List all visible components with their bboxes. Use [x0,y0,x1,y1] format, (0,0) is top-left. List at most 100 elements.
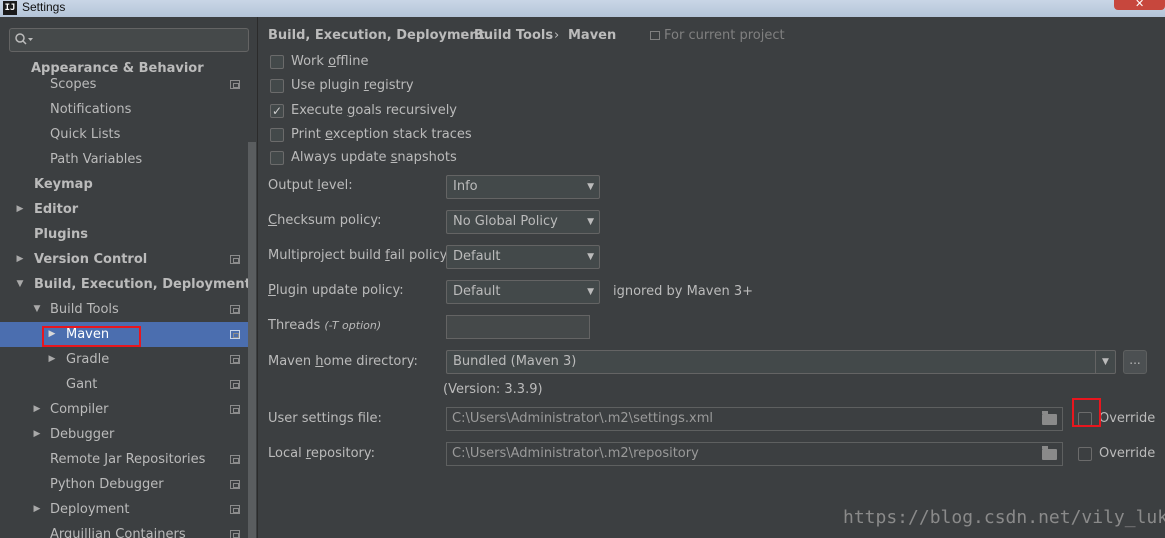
project-scope-icon [230,505,240,514]
field-value: C:\Users\Administrator\.m2\repository [452,446,699,461]
multiproject-fail-policy-select[interactable]: Default ▼ [446,245,600,269]
highlight-box-override [1072,398,1101,427]
expand-arrow-icon[interactable]: ▶ [14,247,26,272]
checkbox-box[interactable] [270,128,284,142]
select-value: Bundled (Maven 3) [453,354,577,369]
search-input[interactable] [9,28,249,52]
select-value: No Global Policy [453,214,558,229]
scope-indicator: For current project [650,28,785,43]
project-scope-icon [230,255,240,264]
tree-item-version-control[interactable]: ▶ Version Control [0,247,257,272]
expand-arrow-icon[interactable]: ▶ [31,397,43,422]
search-icon [15,33,33,45]
tree-item-label: Arquillian Containers [50,527,186,538]
checkbox-box[interactable] [270,79,284,93]
checkbox-label: Work offline [291,54,369,69]
breadcrumb-item[interactable]: Build Tools [474,28,553,43]
folder-icon[interactable] [1042,411,1057,425]
expand-arrow-icon[interactable]: ▶ [14,197,26,222]
settings-sidebar: Appearance & Behavior Scopes Notificatio… [0,17,257,538]
folder-icon[interactable] [1042,446,1057,460]
select-value: Info [453,179,478,194]
project-scope-icon [230,80,240,89]
project-scope-icon [230,305,240,314]
tree-item-build-tools[interactable]: ▼ Build Tools [0,297,257,322]
output-level-label: Output level: [268,178,353,193]
checkbox-box[interactable] [270,151,284,165]
collapse-arrow-icon[interactable]: ▼ [31,297,43,322]
tree-item-python-debugger[interactable]: Python Debugger [0,472,257,497]
project-scope-icon [230,355,240,364]
tree-item-gradle[interactable]: ▶ Gradle [0,347,257,372]
tree-item-arquillian-containers[interactable]: Arquillian Containers [0,522,257,538]
checksum-policy-label: Checksum policy: [268,213,382,228]
project-scope-icon [650,31,660,40]
tree-item-build-execution-deployment[interactable]: ▼ Build, Execution, Deployment [0,272,257,297]
tree-item-label: Gant [66,377,98,392]
expand-arrow-icon[interactable]: ▶ [31,422,43,447]
tree-item-label: Path Variables [50,152,143,167]
tree-item-quick-lists[interactable]: Quick Lists [0,122,257,147]
tree-item-deployment[interactable]: ▶ Deployment [0,497,257,522]
expand-arrow-icon[interactable]: ▶ [31,497,43,522]
checkbox-box[interactable] [1078,447,1092,461]
collapse-arrow-icon[interactable]: ▼ [14,272,26,297]
maven-version-label: (Version: 3.3.9) [443,382,543,397]
field-value: C:\Users\Administrator\.m2\settings.xml [452,411,714,426]
project-scope-icon [230,455,240,464]
tree-item-scopes[interactable]: Scopes [0,73,257,98]
breadcrumb-item[interactable]: Build, Execution, Deployment [268,28,485,43]
local-repository-field[interactable]: C:\Users\Administrator\.m2\repository [446,442,1063,466]
user-settings-file-field[interactable]: C:\Users\Administrator\.m2\settings.xml [446,407,1063,431]
checkbox-box[interactable] [270,101,284,121]
breadcrumb-separator: › [460,28,466,43]
expand-arrow-icon[interactable]: ▶ [46,347,58,372]
select-value: Default [453,284,501,299]
close-button[interactable]: ✕ [1114,0,1165,10]
tree-item-label: Build, Execution, Deployment [34,277,251,292]
tree-item-label: Plugins [34,227,88,242]
tree-item-debugger[interactable]: ▶ Debugger [0,422,257,447]
highlight-box-maven [42,326,141,347]
tree-item-label: Debugger [50,427,115,442]
output-level-select[interactable]: Info ▼ [446,175,600,199]
checkbox-label: Execute goals recursively [291,103,457,118]
user-settings-file-label: User settings file: [268,411,382,426]
chevron-down-icon: ▼ [587,182,594,192]
tree-item-plugins[interactable]: Plugins [0,222,257,247]
checksum-policy-select[interactable]: No Global Policy ▼ [446,210,600,234]
multiproject-fail-policy-label: Multiproject build fail policy: [268,248,451,263]
tree-item-keymap[interactable]: Keymap [0,172,257,197]
chevron-down-icon: ▼ [587,287,594,297]
checkbox-box[interactable] [270,55,284,69]
tree-item-label: Keymap [34,177,93,192]
tree-item-editor[interactable]: ▶ Editor [0,197,257,222]
sidebar-scrollbar[interactable] [248,142,256,538]
project-scope-icon [230,405,240,414]
threads-input[interactable] [446,315,590,339]
local-repository-label: Local repository: [268,446,376,461]
tree-item-compiler[interactable]: ▶ Compiler [0,397,257,422]
tree-item-label: Python Debugger [50,477,164,492]
tree-item-label: Scopes [50,77,97,92]
tree-item-path-variables[interactable]: Path Variables [0,147,257,172]
tree-item-notifications[interactable]: Notifications [0,97,257,122]
breadcrumb-separator: › [554,28,560,43]
project-scope-icon [230,530,240,538]
tree-item-label: Compiler [50,402,109,417]
checkbox-label: Override [1099,446,1156,461]
browse-button[interactable]: ... [1123,350,1147,374]
maven-home-directory-label: Maven home directory: [268,354,418,369]
tree-item-gant[interactable]: Gant [0,372,257,397]
plugin-update-policy-select[interactable]: Default ▼ [446,280,600,304]
tree-item-label: Editor [34,202,79,217]
checkbox-label: Override [1099,411,1156,426]
tree-item-label: Notifications [50,102,132,117]
tree-item-remote-jar-repositories[interactable]: Remote Jar Repositories [0,447,257,472]
maven-settings-panel: Build, Execution, Deployment › Build Too… [258,17,1165,538]
threads-label: Threads (-T option) [268,318,382,333]
tree-item-label: Remote Jar Repositories [50,452,206,467]
tree-item-label: Version Control [34,252,148,267]
tree-item-label: Deployment [50,502,130,517]
maven-home-select[interactable]: Bundled (Maven 3) ▼ [446,350,1116,374]
